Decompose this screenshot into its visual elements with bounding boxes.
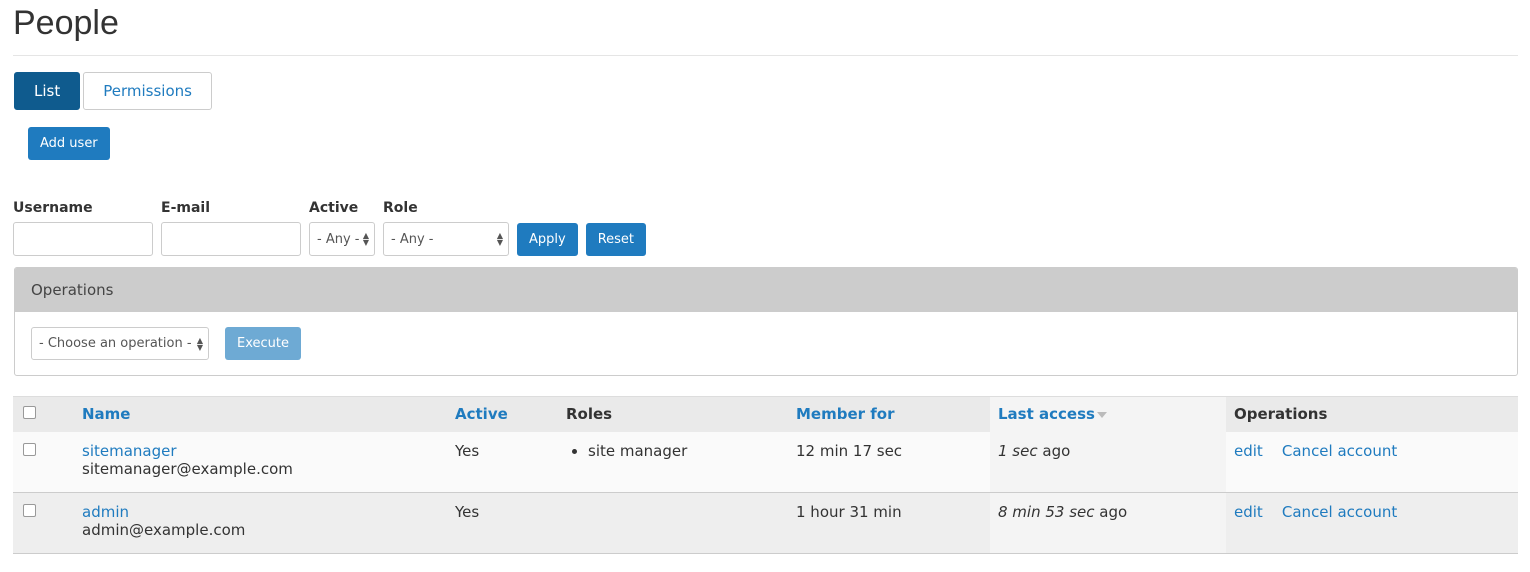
user-roles (558, 492, 788, 554)
select-arrows-icon: ▲ ▼ (196, 335, 203, 352)
last-access: 8 min 53 sec ago (990, 492, 1226, 554)
cancel-account-link[interactable]: Cancel account (1282, 442, 1397, 460)
active-label: Active (309, 200, 359, 216)
role-select[interactable]: - Any - ▲ ▼ (383, 222, 509, 256)
active-select[interactable]: - Any - ▲ ▼ (309, 222, 375, 256)
user-email: sitemanager@example.com (82, 459, 293, 478)
sort-desc-icon (1096, 411, 1107, 418)
sort-last-access[interactable]: Last access (998, 405, 1107, 423)
operations-panel: Operations - Choose an operation - ▲ ▼ Exe… (14, 267, 1518, 376)
tabs: List Permissions (14, 72, 212, 110)
table-row: admin admin@example.com Yes 1 hour 31 min… (13, 492, 1518, 554)
select-all-checkbox[interactable] (23, 406, 36, 420)
tab-list[interactable]: List (14, 72, 81, 110)
email-label: E-mail (161, 200, 211, 216)
add-user-button[interactable]: Add user (28, 127, 110, 160)
role-select-value: - Any - (391, 231, 434, 247)
last-access-value: 1 sec (998, 441, 1038, 460)
page-title: People (13, 4, 119, 42)
user-email: admin@example.com (82, 521, 246, 539)
user-active: Yes (447, 492, 558, 554)
last-access-label: Last access (998, 405, 1095, 424)
select-arrows-icon: ▲ ▼ (362, 231, 369, 247)
last-access-suffix: ago (1099, 503, 1128, 521)
edit-link[interactable]: edit (1234, 442, 1263, 460)
user-role: site manager (588, 442, 780, 460)
sort-name[interactable]: Name (82, 405, 130, 423)
filter-form: Username E-mail Active - Any - ▲ ▼ Role - An… (13, 200, 647, 256)
operation-select-value: - Choose an operation - (39, 336, 192, 351)
operation-select[interactable]: - Choose an operation - ▲ ▼ (31, 327, 209, 360)
tab-permissions[interactable]: Permissions (83, 72, 212, 110)
select-arrows-icon: ▲ ▼ (496, 231, 503, 247)
operations-title: Operations (15, 268, 1517, 312)
username-input[interactable] (13, 222, 153, 256)
reset-button[interactable]: Reset (585, 223, 647, 256)
email-input[interactable] (161, 222, 301, 256)
row-checkbox[interactable] (23, 442, 36, 456)
user-name-link[interactable]: admin (82, 503, 129, 521)
sort-active[interactable]: Active (455, 405, 508, 423)
role-label: Role (383, 200, 418, 216)
sort-member-for[interactable]: Member for (796, 405, 895, 423)
header-operations: Operations (1226, 396, 1518, 432)
user-active: Yes (447, 431, 558, 493)
last-access-value: 8 min 53 sec (998, 503, 1095, 521)
cancel-account-link[interactable]: Cancel account (1282, 503, 1397, 521)
user-name-link[interactable]: sitemanager (82, 442, 177, 460)
apply-button[interactable]: Apply (517, 223, 578, 256)
divider (13, 55, 1518, 56)
header-roles: Roles (558, 396, 788, 432)
row-checkbox[interactable] (23, 504, 36, 517)
people-table: Name Active Roles Member for Last access… (13, 396, 1518, 554)
execute-button[interactable]: Execute (225, 327, 301, 360)
last-access: 1 sec ago (990, 431, 1226, 493)
last-access-suffix: ago (1042, 441, 1071, 460)
username-label: Username (13, 200, 93, 216)
member-for: 1 hour 31 min (788, 492, 990, 554)
edit-link[interactable]: edit (1234, 503, 1263, 521)
table-row: sitemanagersitemanager@example.com Yes s… (13, 431, 1518, 493)
member-for: 12 min 17 sec (788, 431, 990, 493)
active-select-value: - Any - (317, 231, 360, 247)
